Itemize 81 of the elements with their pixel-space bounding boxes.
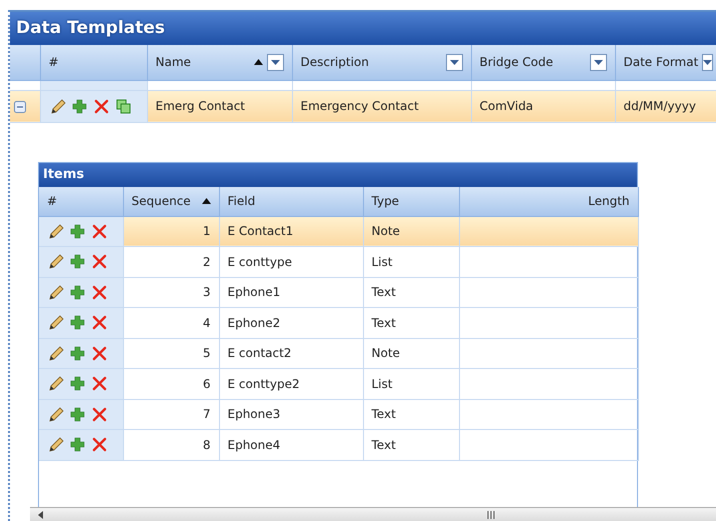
table-cell: dd/MM/yyyy [624,99,696,113]
filter-button[interactable] [590,54,606,71]
table-cell: Emergency Contact [300,99,419,113]
edit-icon[interactable] [47,406,64,423]
delete-icon[interactable] [91,222,108,240]
table-cell: 6 [202,376,210,391]
table-cell: Text [372,407,396,422]
sort-ascending-icon[interactable] [202,198,210,204]
edit-icon[interactable] [47,344,64,362]
edit-icon[interactable] [47,253,64,270]
table-cell: 5 [202,346,210,360]
table-cell: 3 [202,285,210,300]
edit-icon[interactable] [48,98,66,114]
table-cell: Ephone3 [228,407,280,422]
add-icon[interactable] [69,284,86,301]
template-row[interactable]: Emerg Contact Emergency Contact ComVida dd/MM/yyyy [10,90,716,122]
panel-title: Data Templates [10,12,716,45]
edit-icon[interactable] [47,222,64,240]
item-row[interactable]: 6 E conttype2 List [39,368,638,399]
sort-ascending-icon[interactable] [254,59,262,66]
item-row[interactable]: 7 Ephone3 Text [39,399,638,430]
add-icon[interactable] [69,406,86,423]
add-icon[interactable] [69,344,86,362]
table-cell: Ephone2 [228,316,280,330]
item-row[interactable]: 5 E contact2 Note [39,338,638,368]
copy-icon[interactable] [114,98,132,114]
delete-icon[interactable] [91,284,108,301]
dropdown-icon [450,60,458,65]
item-row[interactable]: 3 Ephone1 Text [39,277,638,308]
add-icon[interactable] [69,253,86,270]
filter-button[interactable] [702,54,714,71]
table-cell: E conttype2 [228,376,300,391]
add-icon[interactable] [69,436,86,454]
table-cell: List [372,254,392,269]
edit-icon[interactable] [47,284,64,301]
delete-icon[interactable] [91,314,108,332]
table-cell: Text [372,316,396,330]
edit-icon[interactable] [47,375,64,392]
item-row[interactable]: 1 E Contact1 Note [39,216,638,246]
delete-icon[interactable] [92,98,110,114]
table-cell: E Contact1 [228,224,294,238]
table-cell: Note [372,346,400,360]
filter-button[interactable] [446,54,462,71]
dropdown-icon [270,60,280,65]
table-cell: List [372,376,392,391]
edit-icon[interactable] [47,314,64,332]
table-cell: ComVida [480,99,534,113]
table-cell: 2 [202,254,210,269]
items-title: Items [39,163,637,187]
table-cell: Ephone4 [228,438,280,452]
delete-icon[interactable] [91,406,108,423]
scroll-left-icon[interactable] [36,510,46,520]
table-cell: 8 [202,438,210,452]
add-icon[interactable] [69,314,86,332]
table-cell: E conttype [228,254,292,269]
dropdown-icon [594,60,602,65]
add-icon[interactable] [70,98,88,114]
table-cell: 1 [202,224,210,238]
add-icon[interactable] [69,222,86,240]
table-cell: E contact2 [228,346,292,360]
table-cell: Text [372,285,396,300]
add-icon[interactable] [69,375,86,392]
horizontal-scrollbar[interactable] [30,507,716,521]
delete-icon[interactable] [91,436,108,454]
collapse-icon[interactable] [14,100,26,113]
scroll-thumb-grip-icon[interactable] [486,510,496,518]
table-cell: Note [372,224,400,238]
table-cell: Text [372,438,396,452]
dropdown-icon [703,60,712,65]
table-cell: Emerg Contact [156,99,245,113]
delete-icon[interactable] [91,253,108,270]
item-row[interactable]: 4 Ephone2 Text [39,308,638,338]
filter-button[interactable] [266,54,284,71]
delete-icon[interactable] [91,344,108,362]
table-cell: 4 [202,316,210,330]
delete-icon[interactable] [91,375,108,392]
item-row[interactable]: 2 E conttype List [39,246,638,277]
table-cell: Ephone1 [228,285,280,300]
item-row[interactable]: 8 Ephone4 Text [39,430,638,460]
table-cell: 7 [202,407,210,422]
edit-icon[interactable] [47,436,64,454]
